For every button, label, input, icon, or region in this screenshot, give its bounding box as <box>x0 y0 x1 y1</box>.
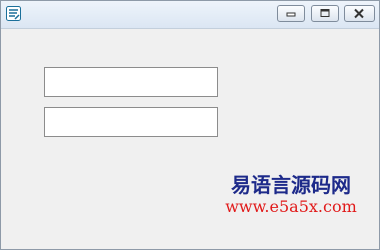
watermark-url: www.e5a5x.com <box>225 197 357 216</box>
title-bar[interactable] <box>1 1 379 29</box>
minimize-icon <box>286 12 296 17</box>
text-input-2[interactable] <box>44 107 218 137</box>
close-button[interactable] <box>344 5 375 22</box>
minimize-button[interactable] <box>277 5 305 22</box>
close-icon <box>354 8 364 19</box>
maximize-icon <box>320 9 330 17</box>
text-input-1[interactable] <box>44 67 218 97</box>
site-watermark: 易语言源码网 www.e5a5x.com <box>216 174 366 216</box>
watermark-site-name: 易语言源码网 <box>231 173 351 197</box>
maximize-button[interactable] <box>311 5 339 22</box>
app-icon <box>6 6 21 21</box>
client-area <box>1 29 379 249</box>
